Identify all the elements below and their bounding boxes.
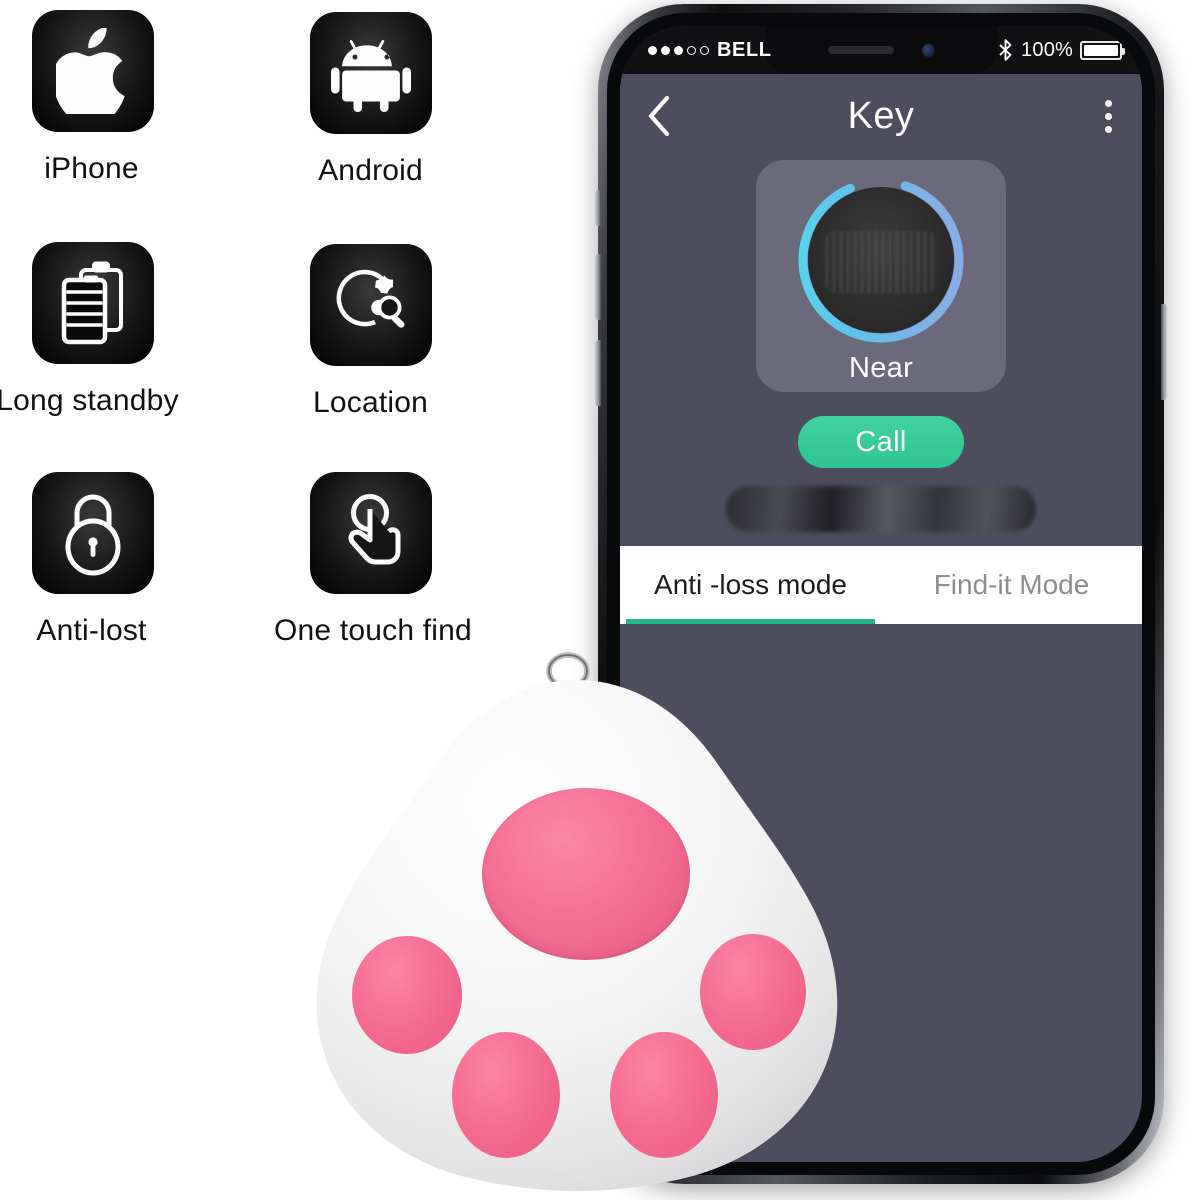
feature-label-iphone: iPhone: [44, 152, 139, 185]
feature-item-long-standby: Long standby: [0, 242, 180, 418]
battery-icon: [31, 242, 154, 364]
mute-switch-button[interactable]: [595, 190, 601, 226]
front-camera: [921, 43, 935, 57]
toe-pad-right-inner: [610, 1032, 718, 1158]
feature-label-location: Location: [312, 386, 429, 419]
device-status-card[interactable]: Near: [756, 160, 1006, 392]
signal-strength-icon: [648, 45, 709, 55]
lock-icon: [31, 472, 154, 594]
volume-down-button[interactable]: [595, 340, 601, 406]
redacted-info-field[interactable]: [726, 486, 1036, 532]
status-bar: BELL 100%: [620, 26, 1142, 74]
battery-fill: [1084, 44, 1118, 56]
feature-grid: iPhone Android Long standby Location Ant…: [0, 0, 540, 700]
app-header: Key: [620, 74, 1142, 158]
app-content: Near Call: [620, 158, 1142, 546]
status-bar-left: BELL: [648, 39, 772, 62]
feature-item-iphone: iPhone: [5, 10, 180, 186]
battery-percent-label: 100%: [1021, 38, 1073, 61]
status-bar-right: 100%: [997, 39, 1136, 62]
tab-anti-loss-mode[interactable]: Anti -loss mode: [620, 546, 881, 624]
volume-up-button[interactable]: [595, 254, 601, 320]
toe-pad-left-inner: [452, 1032, 560, 1158]
call-button[interactable]: Call: [798, 416, 964, 468]
feature-item-location: Location: [278, 244, 463, 420]
feature-label-long-standby: Long standby: [0, 384, 179, 417]
feature-item-android: Android: [278, 12, 463, 188]
touch-finger-icon: [309, 472, 432, 594]
android-icon: [309, 12, 432, 134]
carrier-name: BELL: [717, 38, 772, 61]
bluetooth-icon: [999, 39, 1012, 61]
feature-item-anti-lost: Anti-lost: [5, 472, 180, 648]
tab-find-it-mode[interactable]: Find-it Mode: [881, 546, 1142, 624]
page-title: Key: [847, 94, 915, 137]
device-image-placeholder: [808, 187, 954, 333]
battery-icon: [1080, 40, 1125, 60]
location-search-icon: [309, 244, 432, 366]
mode-tab-bar: Anti -loss mode Find-it Mode: [620, 546, 1142, 624]
apple-icon: [31, 10, 154, 132]
main-pad[interactable]: [482, 788, 690, 960]
device-image-blur: [826, 231, 936, 293]
signal-ring-icon: [795, 174, 967, 346]
notch: [765, 26, 997, 74]
feature-label-android: Android: [318, 154, 423, 187]
kebab-menu-icon[interactable]: [1101, 92, 1116, 141]
earpiece-speaker: [827, 46, 894, 54]
proximity-status-label: Near: [848, 352, 914, 384]
toe-pad-right-outer: [700, 934, 806, 1050]
power-button[interactable]: [1161, 304, 1167, 400]
feature-item-one-touch-find: One touch find: [274, 472, 472, 648]
toe-pad-left-outer: [352, 936, 462, 1054]
feature-label-anti-lost: Anti-lost: [36, 614, 147, 647]
paw-tracker: [296, 640, 866, 1200]
